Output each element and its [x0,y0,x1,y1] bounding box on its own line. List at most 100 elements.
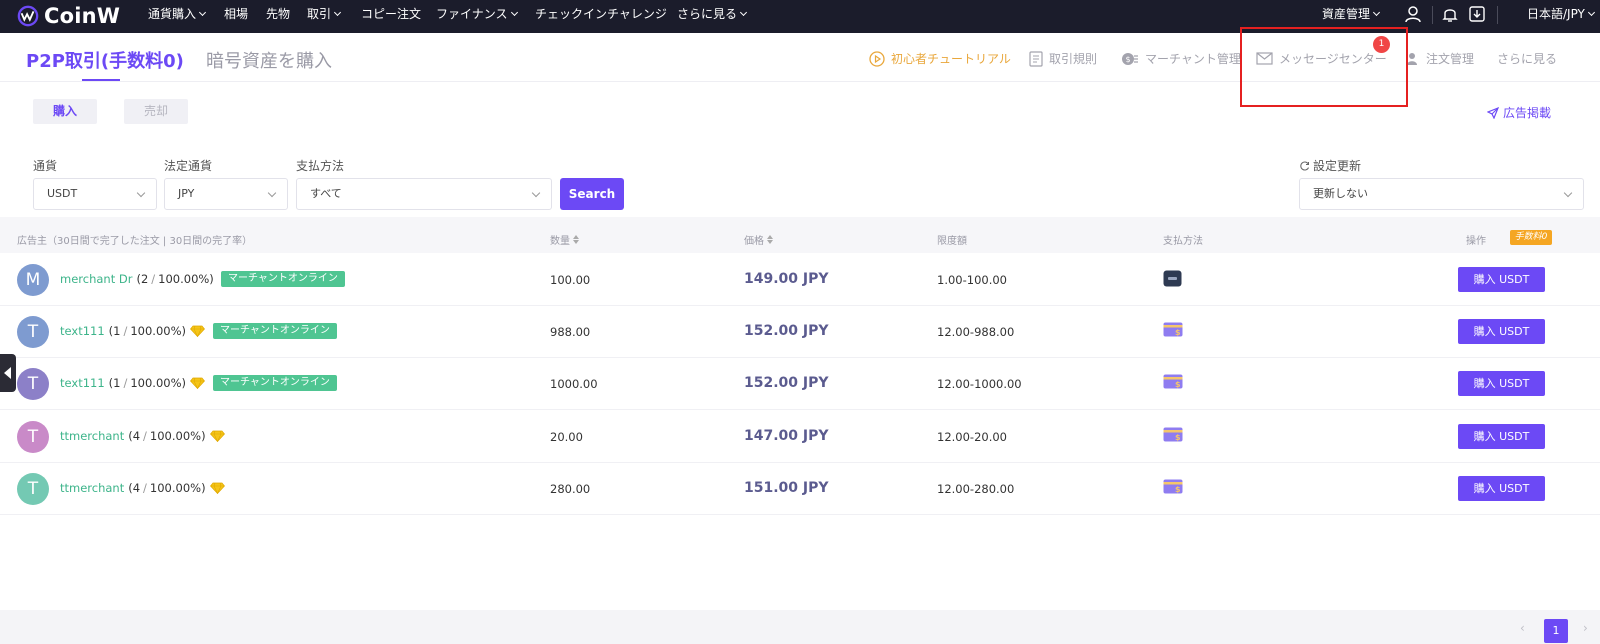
buy-usdt-button[interactable]: 購入 USDT [1458,267,1545,292]
svg-text:$: $ [1175,433,1181,442]
nav-label: さらに見る [677,7,738,21]
language-currency-selector[interactable]: 日本語/JPY [1527,5,1595,22]
buy-usdt-button[interactable]: 購入 USDT [1458,371,1545,397]
chevron-down-icon [198,8,207,16]
link-label: 注文管理 [1426,52,1475,66]
select-value: 更新しない [1313,187,1368,200]
nav-trade[interactable]: 取引 [307,5,342,22]
avatar[interactable]: T [17,316,49,349]
avatar[interactable]: M [17,264,49,296]
buy-toggle[interactable]: 購入 [33,99,97,124]
pagination-next[interactable]: › [1583,621,1588,635]
merchant-stats: (4/100.00%) [128,480,206,495]
merchant-stats: (1/100.00%) [108,376,186,391]
price-cell: 152.00 JPY [744,375,829,392]
header-label: 数量 [550,236,570,247]
post-ad-label: 広告掲載 [1503,106,1552,120]
order-management-link[interactable]: 注文管理 [1406,50,1474,67]
active-tab-indicator [82,79,120,81]
merchant-name[interactable]: merchant Dr [60,272,132,286]
header-price[interactable]: 価格 [744,232,773,247]
header-action: 操作 [1466,236,1486,247]
trading-rules-link[interactable]: 取引規則 [1029,50,1097,67]
link-label: さらに見る [1497,52,1558,66]
nav-assets[interactable]: 資産管理 [1322,5,1381,22]
side-collapse-tab[interactable] [0,354,16,392]
chevron-down-icon [1372,8,1381,16]
paper-plane-icon [1487,106,1499,119]
avatar[interactable]: T [17,368,49,401]
merchant-stats: (4/100.00%) [128,428,206,443]
fiat-label: 法定通貨 [164,159,213,173]
nav-markets[interactable]: 相場 [224,5,248,22]
nav-more[interactable]: さらに見る [677,5,748,22]
limit-cell: 12.00-280.00 [937,481,1015,496]
divider [1497,6,1498,24]
merchant-name[interactable]: text111 [60,376,105,390]
coinw-logo[interactable]: CoinW [17,2,120,30]
pagination-page-current[interactable]: 1 [1544,619,1568,643]
sort-icon [767,235,773,244]
sell-toggle[interactable]: 売却 [124,99,188,124]
nav-copy-trading[interactable]: コピー注文 [361,5,421,22]
merchant-name[interactable]: text111 [60,324,105,338]
merchant-info: merchant Dr (2/100.00%) [60,272,214,286]
order-count: (2 [136,272,149,286]
buy-usdt-button[interactable]: 購入 USDT [1458,319,1545,345]
pagination-prev[interactable]: ‹ [1520,621,1525,635]
diamond-icon [209,482,225,494]
merchant-online-badge: マーチャントオンライン [221,271,345,287]
merchant-stats: (1/100.00%) [108,324,186,339]
merchant-management-link[interactable]: $ マーチャント管理 [1121,50,1241,67]
merchant-name[interactable]: ttmerchant [60,481,124,495]
select-value: すべて [310,187,342,200]
bank-card-icon [1163,270,1182,287]
cash-card-icon: $ [1163,374,1183,389]
merchant-info: ttmerchant (4/100.00%) [60,429,225,443]
svg-text:$: $ [1175,328,1181,337]
currency-select[interactable]: USDT [33,178,157,210]
logo-text: CoinW [44,4,121,28]
buy-usdt-button[interactable]: 購入 USDT [1458,475,1545,501]
merchant-name[interactable]: ttmerchant [60,429,124,443]
avatar[interactable]: T [17,420,49,453]
coinw-logo-icon [17,5,39,27]
payment-method-select[interactable]: すべて [296,178,552,210]
nav-label: 通貨購入 [148,7,197,21]
nav-label: 相場 [224,7,249,21]
bell-icon[interactable] [1440,4,1460,24]
nav-buy-crypto[interactable]: 通貨購入 [148,5,207,22]
table-row: Tttmerchant (4/100.00%) 20.00 147.00 JPY 12.… [0,411,1600,463]
fiat-select[interactable]: JPY [164,178,288,210]
table-row: Ttext111 (1/100.00%) マーチャントオンライン 988.00 152.… [0,306,1600,359]
post-ad-button[interactable]: 広告掲載 [1487,104,1551,121]
table-row: Ttext111 (1/100.00%) マーチャントオンライン 1000.00 152… [0,358,1600,411]
beginner-tutorial-link[interactable]: 初心者チュートリアル [869,50,1011,67]
tab-buy-crypto[interactable]: 暗号資産を購入 [206,47,332,73]
search-button[interactable]: Search [560,178,624,210]
user-icon[interactable] [1403,4,1423,24]
nav-label: チェックインチャレンジ [535,7,667,21]
nav-finance[interactable]: ファイナンス [436,5,518,22]
header-limit: 限度額 [937,236,967,247]
svg-text:$: $ [1126,55,1131,64]
nav-label: 資産管理 [1322,7,1371,21]
header-quantity[interactable]: 数量 [550,232,579,247]
order-count: (1 [108,376,121,391]
refresh-select[interactable]: 更新しない [1299,178,1584,210]
merchant-stats: (2/100.00%) [136,272,214,286]
chevron-down-icon [333,8,342,16]
more-link[interactable]: さらに見る [1497,50,1557,67]
tab-p2p-trading[interactable]: P2P取引(手数料0) [26,47,184,73]
merchant-info: ttmerchant (4/100.00%) [60,481,225,495]
divider [1432,6,1433,24]
buy-usdt-button[interactable]: 購入 USDT [1458,423,1545,449]
limit-cell: 12.00-20.00 [937,429,1007,444]
completion-rate: 100.00%) [149,480,206,495]
download-icon[interactable] [1467,4,1487,24]
avatar[interactable]: T [17,472,49,505]
sort-icon [573,235,579,244]
nav-checkin-challenge[interactable]: チェックインチャレンジ [535,5,667,22]
nav-futures[interactable]: 先物 [266,5,290,22]
limit-cell: 12.00-1000.00 [937,377,1022,392]
